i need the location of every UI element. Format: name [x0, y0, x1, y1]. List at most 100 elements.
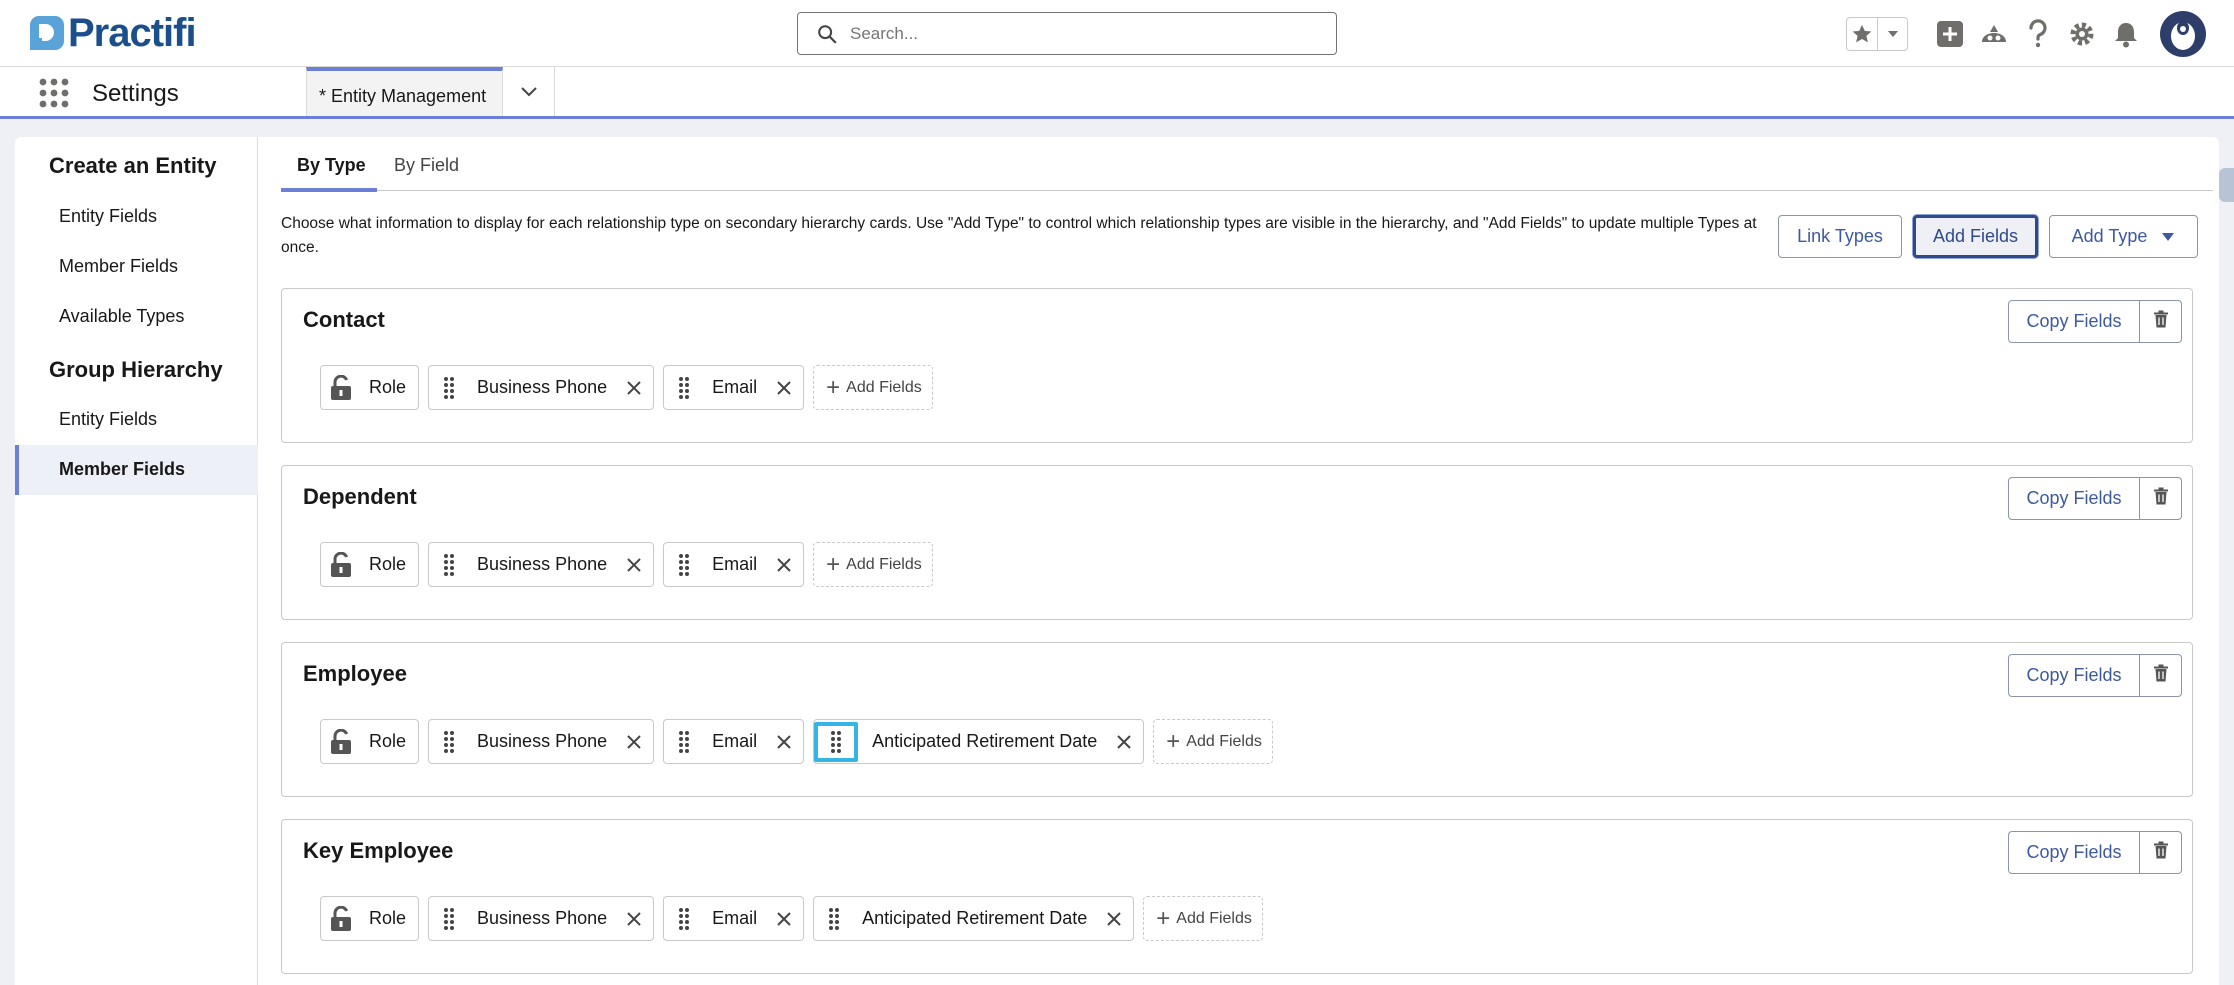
caret-down-icon [2162, 232, 2175, 241]
field-chip-list: Role Business Phone Email Anticipated Re… [320, 719, 1273, 764]
practifi-logo-icon [30, 16, 64, 50]
field-chip[interactable]: Anticipated Retirement Date [813, 896, 1135, 941]
type-card: Employee Copy Fields Role Business Phone… [281, 642, 2193, 797]
sidenav-item-member-fields[interactable]: Member Fields [15, 242, 258, 292]
remove-field-icon[interactable] [615, 897, 653, 940]
add-fields-chip[interactable]: + Add Fields [813, 365, 933, 410]
field-chip-locked: Role [320, 719, 420, 764]
drag-handle-icon[interactable] [664, 720, 704, 763]
add-fields-chip-label: Add Fields [846, 555, 922, 573]
field-chip[interactable]: Business Phone [428, 896, 655, 941]
tab-by-type[interactable]: By Type [297, 155, 366, 176]
trailhead-icon[interactable] [1979, 19, 2009, 49]
drag-handle-icon[interactable] [429, 366, 469, 409]
add-fields-chip-label: Add Fields [1176, 909, 1252, 927]
practifi-logo[interactable]: Practifi [30, 11, 197, 55]
add-fields-chip[interactable]: + Add Fields [813, 542, 933, 587]
card-title: Employee [303, 661, 407, 686]
favorites-group [1846, 17, 1908, 51]
plus-icon: + [826, 373, 841, 401]
drag-handle-icon[interactable] [429, 897, 469, 940]
field-chip[interactable]: Email [663, 365, 805, 410]
field-chip[interactable]: Anticipated Retirement Date [813, 719, 1145, 764]
field-chip[interactable]: Business Phone [428, 542, 655, 587]
drag-handle-icon[interactable] [664, 897, 704, 940]
plus-icon: + [1156, 904, 1171, 932]
field-chip-label: Business Phone [477, 731, 608, 751]
delete-type-button[interactable] [2140, 831, 2182, 874]
card-title: Dependent [303, 484, 417, 509]
page-description: Choose what information to display for e… [281, 215, 1757, 256]
sidenav-item-entity-fields[interactable]: Entity Fields [15, 192, 258, 242]
tab-by-field[interactable]: By Field [394, 155, 459, 176]
field-chip-list: Role Business Phone Email Anticipated Re… [320, 896, 1263, 941]
type-card: Dependent Copy Fields Role Business Phon… [281, 465, 2193, 620]
delete-type-button[interactable] [2140, 300, 2182, 343]
remove-field-icon[interactable] [765, 897, 803, 940]
search-input[interactable] [848, 22, 1318, 45]
field-chip[interactable]: Business Phone [428, 365, 655, 410]
remove-field-icon[interactable] [615, 366, 653, 409]
add-type-button[interactable]: Add Type [2049, 215, 2198, 258]
type-card: Key Employee Copy Fields Role Business P… [281, 819, 2193, 974]
copy-fields-button[interactable]: Copy Fields [2008, 831, 2140, 874]
remove-field-icon[interactable] [765, 720, 803, 763]
global-add-icon[interactable] [1935, 19, 1965, 49]
favorites-star-icon[interactable] [1847, 18, 1877, 50]
sidenav-section-group-hierarchy: Group Hierarchy [49, 357, 223, 382]
favorites-dropdown-icon[interactable] [1877, 18, 1907, 50]
sidenav-item-group-entity-fields[interactable]: Entity Fields [15, 395, 258, 445]
remove-field-icon[interactable] [1095, 897, 1133, 940]
field-chip-locked: Role [320, 542, 420, 587]
remove-field-icon[interactable] [615, 543, 653, 586]
field-chip[interactable]: Email [663, 542, 805, 587]
field-chip-label: Business Phone [477, 377, 608, 397]
trash-icon [2153, 487, 2169, 510]
drag-handle-icon[interactable] [664, 543, 704, 586]
field-chip[interactable]: Business Phone [428, 719, 655, 764]
add-fields-chip[interactable]: + Add Fields [1143, 896, 1263, 941]
add-fields-chip-label: Add Fields [846, 378, 922, 396]
app-nav-bar: Settings * Entity Management [0, 67, 2234, 119]
add-fields-button[interactable]: Add Fields [1913, 215, 2038, 258]
tab-entity-management[interactable]: * Entity Management [306, 67, 503, 116]
copy-fields-button[interactable]: Copy Fields [2008, 654, 2140, 697]
drag-handle-icon[interactable] [814, 897, 854, 940]
global-search-box[interactable] [797, 12, 1337, 55]
tab-menu-button[interactable] [503, 67, 555, 116]
help-icon[interactable] [2023, 19, 2053, 49]
setup-gear-icon[interactable] [2067, 19, 2097, 49]
card-actions: Copy Fields [2008, 477, 2182, 520]
field-chip-locked: Role [320, 365, 420, 410]
user-avatar[interactable] [2160, 11, 2206, 57]
copy-fields-button[interactable]: Copy Fields [2008, 477, 2140, 520]
drag-handle-icon[interactable] [814, 721, 859, 762]
lock-icon [321, 366, 361, 409]
app-launcher-icon[interactable] [38, 77, 70, 109]
panel-collapse-handle[interactable] [2219, 168, 2234, 202]
lock-icon [321, 543, 361, 586]
card-title: Key Employee [303, 838, 454, 863]
copy-fields-button[interactable]: Copy Fields [2008, 300, 2140, 343]
remove-field-icon[interactable] [765, 543, 803, 586]
notifications-bell-icon[interactable] [2111, 19, 2141, 49]
delete-type-button[interactable] [2140, 654, 2182, 697]
sidenav-section-create-entity: Create an Entity [49, 153, 217, 178]
chevron-down-icon [520, 86, 537, 96]
delete-type-button[interactable] [2140, 477, 2182, 520]
link-types-button[interactable]: Link Types [1778, 215, 1902, 258]
remove-field-icon[interactable] [765, 366, 803, 409]
add-fields-chip[interactable]: + Add Fields [1153, 719, 1273, 764]
field-chip[interactable]: Email [663, 896, 805, 941]
field-chip-locked: Role [320, 896, 420, 941]
sidenav-item-available-types[interactable]: Available Types [15, 292, 258, 342]
drag-handle-icon[interactable] [664, 366, 704, 409]
sidenav-item-group-member-fields[interactable]: Member Fields [15, 445, 258, 495]
field-chip[interactable]: Email [663, 719, 805, 764]
drag-handle-icon[interactable] [429, 720, 469, 763]
remove-field-icon[interactable] [615, 720, 653, 763]
remove-field-icon[interactable] [1105, 720, 1143, 763]
drag-handle-icon[interactable] [429, 543, 469, 586]
field-chip-label: Email [712, 908, 758, 928]
add-fields-chip-label: Add Fields [1186, 732, 1262, 750]
